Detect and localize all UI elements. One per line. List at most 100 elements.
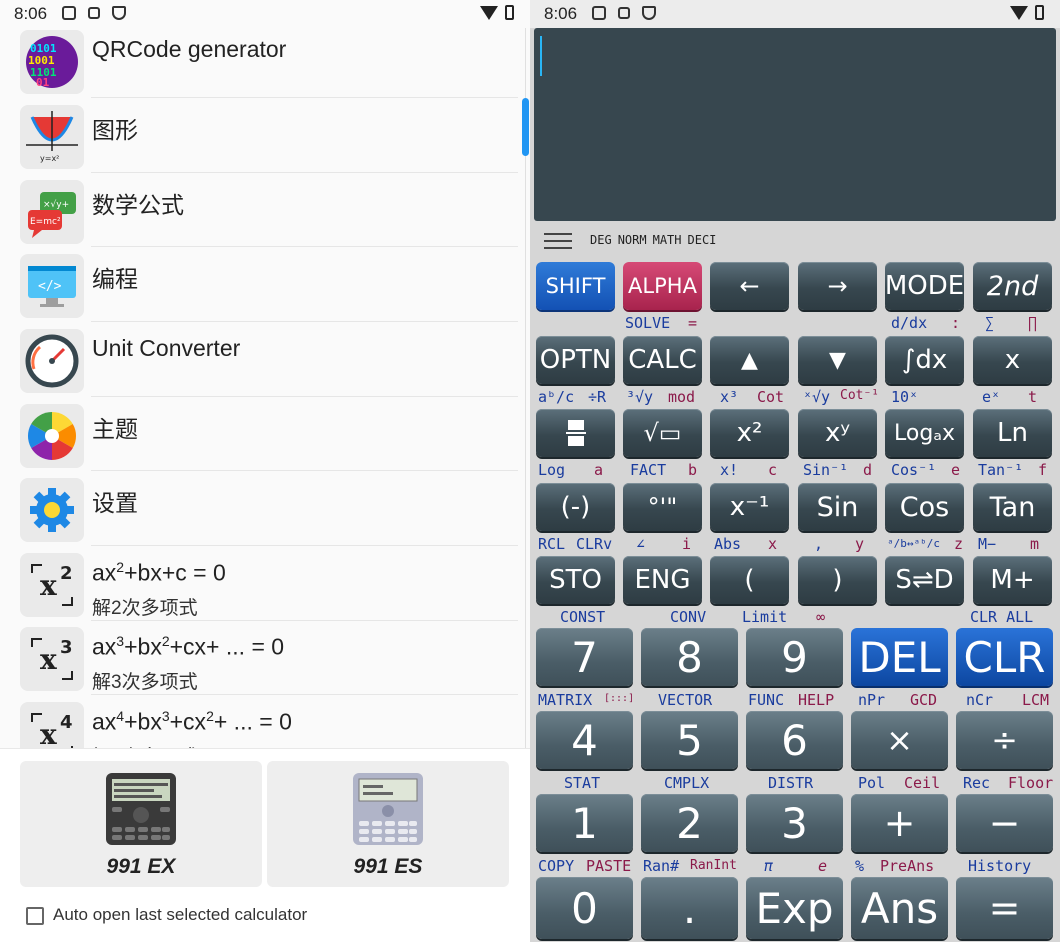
fraction-icon xyxy=(565,420,586,446)
parabola-graph-icon: y=x² xyxy=(20,105,84,169)
menu-item-quadratic-solver[interactable]: x 2 ax2+bx+c = 0 解2次多项式 xyxy=(20,553,530,627)
fraction-key[interactable] xyxy=(536,409,615,457)
calculator-card-991es[interactable]: 991 ES xyxy=(267,761,509,887)
calculator-chooser: 991 EX 991 ES Auto open last selected ca… xyxy=(0,748,530,942)
eng-key[interactable]: ENG xyxy=(623,556,702,604)
fn-label-solve: SOLVE xyxy=(625,314,671,332)
delete-key[interactable]: DEL xyxy=(851,628,948,686)
s-to-d-key[interactable]: S⇌D xyxy=(885,556,964,604)
digit-7-key[interactable]: 7 xyxy=(536,628,633,686)
digit-3-key[interactable]: 3 xyxy=(746,794,843,852)
minus-key[interactable]: − xyxy=(956,794,1053,852)
color-wheel-icon xyxy=(20,404,84,468)
negative-key[interactable]: (-) xyxy=(536,483,615,531)
fn-label-ran: Ran# xyxy=(643,857,680,875)
fn-label-atan: Tan⁻¹ xyxy=(978,461,1024,479)
plus-key[interactable]: + xyxy=(851,794,948,852)
menu-item-settings[interactable]: 设置 xyxy=(20,478,530,552)
polynomial-icon: x 2 xyxy=(20,553,84,617)
menu-item-label: 主题 xyxy=(92,416,138,442)
fn-label-percent: % xyxy=(855,857,865,875)
hamburger-menu-icon[interactable] xyxy=(544,231,572,251)
digit-4-key[interactable]: 4 xyxy=(536,711,633,769)
cursor-left-key[interactable]: ← xyxy=(710,262,789,310)
mode-indicator-bar: DEG NORM MATH DECI xyxy=(530,224,1060,256)
cursor-right-key[interactable]: → xyxy=(798,262,877,310)
digit-6-key[interactable]: 6 xyxy=(746,711,843,769)
menu-item-programming[interactable]: </> 编程 xyxy=(20,254,530,328)
alpha-key[interactable]: ALPHA xyxy=(623,262,702,310)
shield-icon xyxy=(642,6,656,20)
clear-key[interactable]: CLR xyxy=(956,628,1053,686)
status-time: 8:06 xyxy=(544,4,578,23)
left-paren-key[interactable]: ( xyxy=(710,556,789,604)
equals-key[interactable]: = xyxy=(956,877,1053,939)
optn-key[interactable]: OPTN xyxy=(536,336,615,384)
fn-label-distr: DISTR xyxy=(768,774,814,792)
exp-key[interactable]: Exp xyxy=(746,877,843,939)
digit-0-key[interactable]: 0 xyxy=(536,877,633,939)
decimal-point-key[interactable]: . xyxy=(641,877,738,939)
fn-label-acos: Cos⁻¹ xyxy=(891,461,937,479)
polynomial-icon: x 3 xyxy=(20,627,84,691)
divide-key[interactable]: ÷ xyxy=(956,711,1053,769)
square-key[interactable]: x² xyxy=(710,409,789,457)
calculator-card-991ex[interactable]: 991 EX xyxy=(20,761,262,887)
ln-key[interactable]: Ln xyxy=(973,409,1052,457)
calculator-display[interactable] xyxy=(534,28,1056,221)
variable-x-key[interactable]: x xyxy=(973,336,1052,384)
battery-icon xyxy=(505,5,514,20)
fn-label-copy: COPY xyxy=(538,857,575,875)
mode-key[interactable]: MODE xyxy=(885,262,964,310)
sin-key[interactable]: Sin xyxy=(798,483,877,531)
menu-item-cubic-solver[interactable]: x 3 ax3+bx2+cx+ ... = 0 解3次多项式 xyxy=(20,627,530,701)
log-base-key[interactable]: Logₐx xyxy=(885,409,964,457)
calc-key[interactable]: CALC xyxy=(623,336,702,384)
sqrt-key[interactable]: √▭ xyxy=(623,409,702,457)
menu-item-label: 图形 xyxy=(92,117,138,143)
fn-label-infinity: ∞ xyxy=(816,608,826,626)
digit-8-key[interactable]: 8 xyxy=(641,628,738,686)
integral-key[interactable]: ∫dx xyxy=(885,336,964,384)
fn-label-ceil: Ceil xyxy=(904,774,941,792)
menu-item-graph[interactable]: y=x² 图形 xyxy=(20,105,530,179)
menu-item-theme[interactable]: 主题 xyxy=(20,404,530,478)
mode-indicators: DEG NORM MATH DECI xyxy=(590,233,722,247)
sto-key[interactable]: STO xyxy=(536,556,615,604)
mode-angle: DEG xyxy=(590,233,612,247)
divider xyxy=(91,172,518,173)
fn-label-gcd: GCD xyxy=(910,691,938,709)
fn-label-const: CONST xyxy=(560,608,606,626)
auto-open-checkbox[interactable] xyxy=(26,907,44,925)
fn-label-product: ∏ xyxy=(1028,314,1038,332)
digit-2-key[interactable]: 2 xyxy=(641,794,738,852)
tan-key[interactable]: Tan xyxy=(973,483,1052,531)
fn-label-vector: VECTOR xyxy=(658,691,713,709)
power-key[interactable]: xʸ xyxy=(798,409,877,457)
shift-key[interactable]: SHIFT xyxy=(536,262,615,310)
cursor-up-key[interactable]: ▲ xyxy=(710,336,789,384)
fn-label-matrix-icon: [:::] xyxy=(604,693,635,704)
multiply-key[interactable]: × xyxy=(851,711,948,769)
menu-item-qrcode[interactable]: 0101 1001 1101 01 QRCode generator xyxy=(20,30,530,104)
cursor-down-key[interactable]: ▼ xyxy=(798,336,877,384)
right-paren-key[interactable]: ) xyxy=(798,556,877,604)
svg-text:E=mc²: E=mc² xyxy=(30,217,61,227)
ans-key[interactable]: Ans xyxy=(851,877,948,939)
degree-minute-second-key[interactable]: °'" xyxy=(623,483,702,531)
digit-5-key[interactable]: 5 xyxy=(641,711,738,769)
inverse-key[interactable]: x⁻¹ xyxy=(710,483,789,531)
fn-label-d: d xyxy=(863,461,873,479)
digit-9-key[interactable]: 9 xyxy=(746,628,843,686)
fn-label-angle: ∠ xyxy=(636,535,646,553)
menu-item-label: ax4+bx3+cx2+ ... = 0 xyxy=(92,708,292,735)
menu-item-formulas[interactable]: ×√y+ E=mc² 数学公式 xyxy=(20,180,530,254)
cos-key[interactable]: Cos xyxy=(885,483,964,531)
digit-1-key[interactable]: 1 xyxy=(536,794,633,852)
svg-text:×√y+: ×√y+ xyxy=(43,199,69,210)
second-function-key[interactable]: 2nd xyxy=(973,262,1052,310)
menu-item-unit-converter[interactable]: Unit Converter xyxy=(20,329,530,403)
m-plus-key[interactable]: M+ xyxy=(973,556,1052,604)
svg-text:</>: </> xyxy=(38,279,62,294)
mode-input: MATH xyxy=(652,233,682,247)
